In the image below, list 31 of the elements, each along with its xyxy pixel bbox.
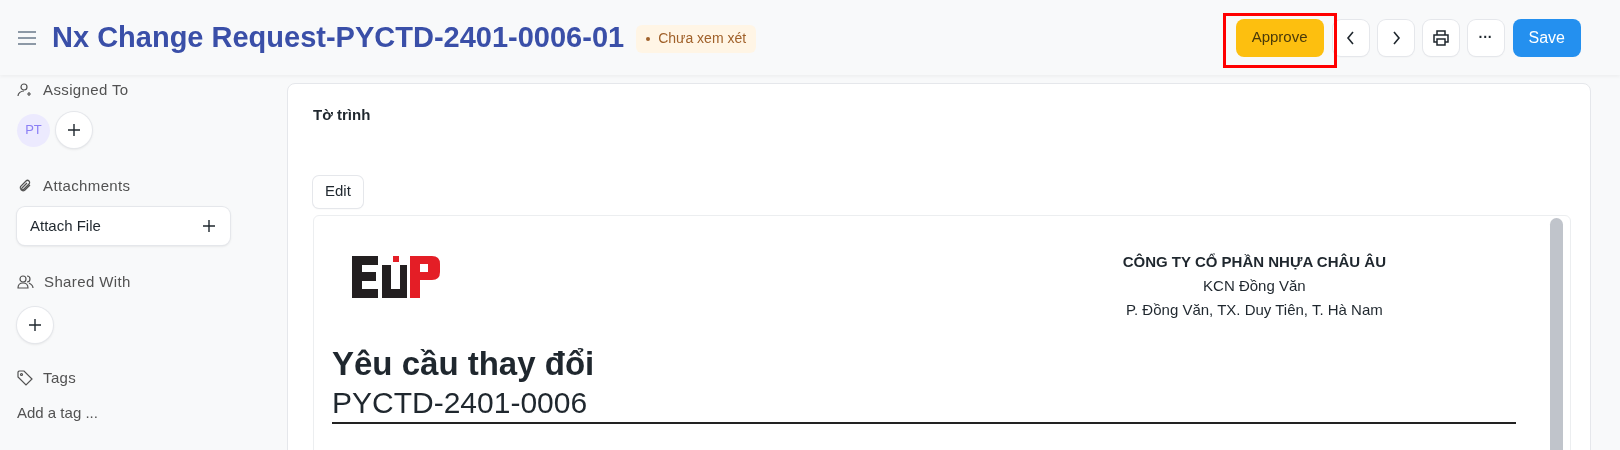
page-title: Nx Change Request-PYCTD-2401-0006-01 <box>52 19 625 55</box>
chevron-right-icon <box>1390 30 1401 45</box>
company-address: KCN Đồng Văn <box>1202 275 1307 296</box>
add-tag-field[interactable]: Add a tag ... <box>17 402 217 425</box>
company-name: CÔNG TY CỔ PHẦN NHỰA CHÂU ÂU <box>1122 251 1386 272</box>
tag-icon <box>17 370 33 386</box>
add-assignee-button[interactable] <box>56 112 92 148</box>
document-number: PYCTD-2401-0006 <box>332 384 588 421</box>
users-icon <box>17 274 34 290</box>
plus-icon <box>66 122 82 138</box>
approve-button[interactable]: Approve <box>1235 18 1324 57</box>
plus-icon <box>27 317 43 333</box>
more-button[interactable]: ··· <box>1467 19 1504 56</box>
plus-icon <box>201 218 217 234</box>
share-button[interactable] <box>17 307 53 343</box>
printer-icon <box>1431 29 1450 46</box>
section-title: Tờ trình <box>313 105 372 125</box>
section-heading: Assigned To <box>43 79 129 100</box>
section-heading: Attachments <box>43 175 131 196</box>
edit-button[interactable]: Edit <box>313 175 363 208</box>
print-button[interactable] <box>1422 19 1459 56</box>
attach-file-button[interactable]: Attach File <box>17 207 230 245</box>
status-badge: Chưa xem xét <box>636 24 757 53</box>
paperclip-icon <box>17 178 33 194</box>
chevron-left-icon <box>1345 30 1356 45</box>
document-title: Yêu cầu thay đổi <box>332 343 596 384</box>
menu-icon[interactable] <box>17 29 37 46</box>
company-address: P. Đồng Văn, TX. Duy Tiên, T. Hà Nam <box>1124 299 1384 320</box>
section-heading: Shared With <box>44 271 131 292</box>
section-heading: Tags <box>43 367 77 388</box>
user-plus-icon <box>17 82 33 98</box>
